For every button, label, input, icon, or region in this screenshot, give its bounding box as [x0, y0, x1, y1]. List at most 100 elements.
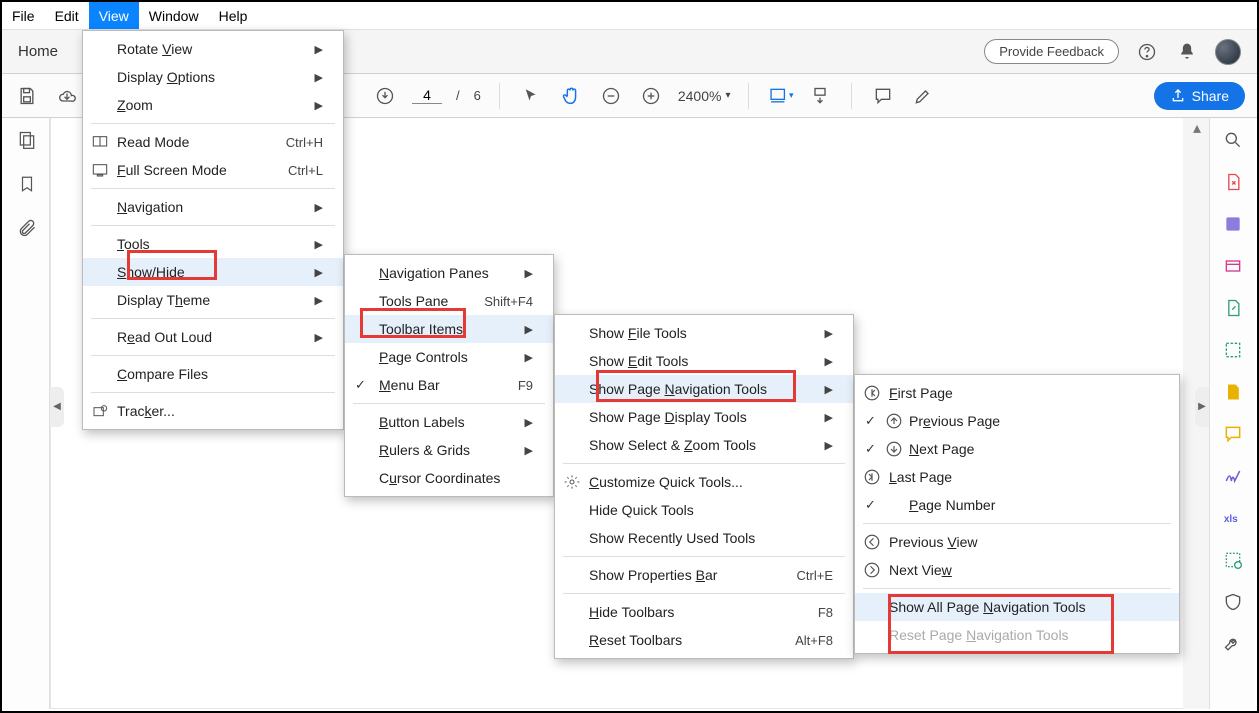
scroll-up-icon[interactable]: ▴ [1187, 118, 1207, 138]
expand-right-icon[interactable]: ▶ [1195, 387, 1209, 427]
menu-customize-quick-tools[interactable]: Customize Quick Tools... [555, 468, 853, 496]
show-hide-menu: Navigation Panes▶ Tools PaneShift+F4 Too… [344, 254, 554, 497]
separator [863, 588, 1171, 589]
menu-show-file-tools[interactable]: Show File Tools▶ [555, 319, 853, 347]
highlight-icon[interactable] [910, 83, 936, 109]
provide-feedback-button[interactable]: Provide Feedback [984, 39, 1119, 64]
combine-icon[interactable] [1221, 338, 1245, 362]
menu-display-theme[interactable]: Display Theme▶ [83, 286, 343, 314]
more-tools-icon[interactable] [1221, 632, 1245, 656]
scroll-mode-icon[interactable] [807, 83, 833, 109]
share-label: Share [1192, 88, 1229, 104]
menu-full-screen[interactable]: Full Screen ModeCtrl+L [83, 156, 343, 184]
avatar[interactable] [1215, 39, 1241, 65]
comment-icon[interactable] [870, 83, 896, 109]
menu-page-number[interactable]: ✓Page Number [855, 491, 1179, 519]
edit-pdf-icon[interactable] [1221, 212, 1245, 236]
menu-hide-quick-tools[interactable]: Hide Quick Tools [555, 496, 853, 524]
menu-help[interactable]: Help [209, 2, 258, 29]
menu-show-zoom-tools[interactable]: Show Select & Zoom Tools▶ [555, 431, 853, 459]
save-icon[interactable] [14, 83, 40, 109]
hand-icon[interactable] [558, 83, 584, 109]
menu-previous-page[interactable]: ✓Previous Page [855, 407, 1179, 435]
separator [91, 392, 335, 393]
bell-icon[interactable] [1175, 40, 1199, 64]
menu-button-labels[interactable]: Button Labels▶ [345, 408, 553, 436]
menu-rulers-grids[interactable]: Rulers & Grids▶ [345, 436, 553, 464]
menu-show-recent-tools[interactable]: Show Recently Used Tools [555, 524, 853, 552]
share-button[interactable]: Share [1154, 82, 1245, 110]
menu-edit[interactable]: Edit [45, 2, 89, 29]
attachment-icon[interactable] [15, 216, 39, 240]
expand-left-icon[interactable]: ◀ [50, 387, 64, 427]
separator [563, 593, 845, 594]
home-tab[interactable]: Home [18, 43, 58, 60]
menu-hide-toolbars[interactable]: Hide ToolbarsF8 [555, 598, 853, 626]
pointer-icon[interactable] [518, 83, 544, 109]
menu-tools[interactable]: Tools▶ [83, 230, 343, 258]
menu-page-controls[interactable]: Page Controls▶ [345, 343, 553, 371]
menu-read-out-loud[interactable]: Read Out Loud▶ [83, 323, 343, 351]
menu-properties-bar[interactable]: Show Properties BarCtrl+E [555, 561, 853, 589]
svg-text:xls: xls [1223, 514, 1237, 525]
cloud-icon[interactable] [54, 83, 80, 109]
menu-previous-view[interactable]: Previous View [855, 528, 1179, 556]
separator [91, 355, 335, 356]
help-icon[interactable] [1135, 40, 1159, 64]
separator [563, 556, 845, 557]
menu-compare-files[interactable]: Compare Files [83, 360, 343, 388]
menu-reset-nav-tools: Reset Page Navigation Tools [855, 621, 1179, 649]
bookmark-icon[interactable] [15, 172, 39, 196]
menu-file[interactable]: File [2, 2, 45, 29]
menu-show-nav-tools[interactable]: Show Page Navigation Tools▶ [555, 375, 853, 403]
menu-cursor-coords[interactable]: Cursor Coordinates [345, 464, 553, 492]
menu-menu-bar[interactable]: ✓Menu BarF9 [345, 371, 553, 399]
menu-read-mode[interactable]: Read ModeCtrl+H [83, 128, 343, 156]
create-pdf-icon[interactable] [1221, 254, 1245, 278]
separator [499, 83, 500, 109]
nav-tools-menu: First Page ✓Previous Page ✓Next Page Las… [854, 374, 1180, 654]
menu-show-edit-tools[interactable]: Show Edit Tools▶ [555, 347, 853, 375]
zoom-in-icon[interactable] [638, 83, 664, 109]
menu-tracker[interactable]: Tracker... [83, 397, 343, 425]
menu-show-all-nav-tools[interactable]: Show All Page Navigation Tools [855, 593, 1179, 621]
shield-icon[interactable] [1221, 590, 1245, 614]
view-menu: Rotate View▶ Display Options▶ Zoom▶ Read… [82, 30, 344, 430]
separator [563, 463, 845, 464]
menu-window[interactable]: Window [139, 2, 209, 29]
protect-icon[interactable] [1221, 548, 1245, 572]
menu-view[interactable]: View [89, 2, 139, 29]
menubar: File Edit View Window Help [2, 2, 1257, 30]
separator [353, 403, 545, 404]
zoom-value: 2400% [678, 88, 722, 104]
zoom-out-icon[interactable] [598, 83, 624, 109]
zoom-selector[interactable]: 2400%▾ [678, 88, 731, 104]
menu-last-page[interactable]: Last Page [855, 463, 1179, 491]
fit-width-icon[interactable]: ▾ [767, 83, 793, 109]
menu-show-hide[interactable]: Show/Hide▶ [83, 258, 343, 286]
separator [91, 188, 335, 189]
export-pdf-icon[interactable] [1221, 170, 1245, 194]
menu-reset-toolbars[interactable]: Reset ToolbarsAlt+F8 [555, 626, 853, 654]
menu-navigation[interactable]: Navigation▶ [83, 193, 343, 221]
redact-icon[interactable]: xls [1221, 506, 1245, 530]
menu-zoom[interactable]: Zoom▶ [83, 91, 343, 119]
compress-icon[interactable] [1221, 422, 1245, 446]
thumbnails-icon[interactable] [15, 128, 39, 152]
menu-navigation-panes[interactable]: Navigation Panes▶ [345, 259, 553, 287]
menu-show-display-tools[interactable]: Show Page Display Tools▶ [555, 403, 853, 431]
page-number-input[interactable] [412, 87, 442, 104]
menu-toolbar-items[interactable]: Toolbar Items▶ [345, 315, 553, 343]
organize-icon[interactable] [1221, 380, 1245, 404]
menu-next-view[interactable]: Next View [855, 556, 1179, 584]
menu-display-options[interactable]: Display Options▶ [83, 63, 343, 91]
menu-tools-pane[interactable]: Tools PaneShift+F4 [345, 287, 553, 315]
menu-first-page[interactable]: First Page [855, 379, 1179, 407]
search-icon[interactable] [1221, 128, 1245, 152]
menu-next-page[interactable]: ✓Next Page [855, 435, 1179, 463]
sign-icon[interactable] [1221, 464, 1245, 488]
menu-rotate-view[interactable]: Rotate View▶ [83, 35, 343, 63]
download-arrow-icon[interactable] [372, 83, 398, 109]
comment-tool-icon[interactable] [1221, 296, 1245, 320]
separator [863, 523, 1171, 524]
